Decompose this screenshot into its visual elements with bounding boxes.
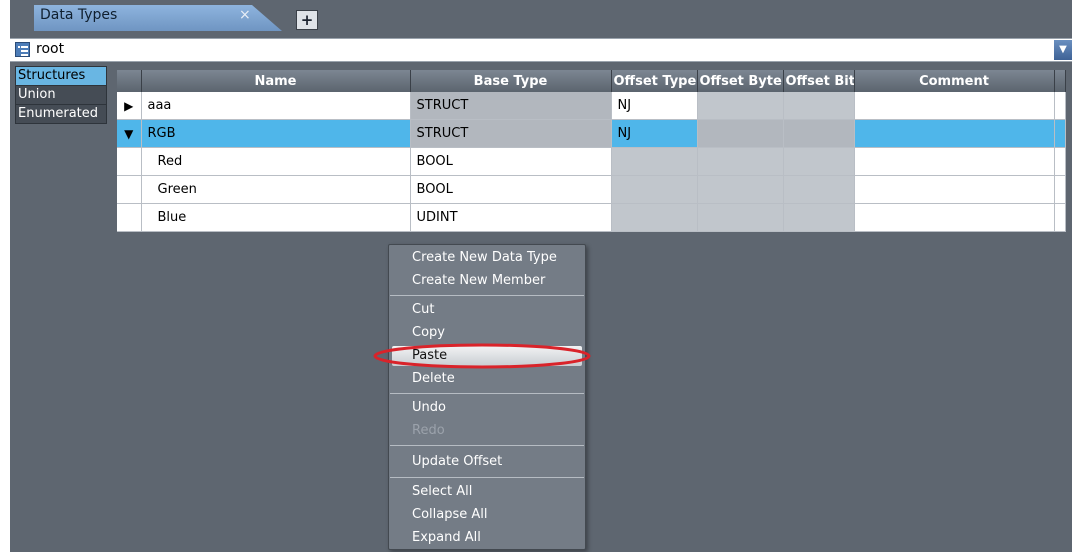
header-offset-bit[interactable]: Offset Bit [783,70,855,92]
context-menu: Create New Data Type Create New Member C… [388,244,586,550]
cell-comment[interactable] [854,175,1055,204]
cell-end [1054,119,1066,148]
tab-strip: Data Types × + [10,0,1072,31]
menu-item-collapse-all[interactable]: Collapse All [412,507,488,522]
table-row[interactable]: Red BOOL [117,147,1066,176]
header-end [1054,70,1066,92]
header-comment[interactable]: Comment [854,70,1055,92]
row-expander [117,175,142,204]
cell-comment[interactable] [854,119,1055,148]
menu-item-cut[interactable]: Cut [412,302,434,317]
menu-separator [390,445,584,446]
cell-end [1054,147,1066,176]
data-types-editor: Data Types × + root ▼ Structures Union E… [10,0,1072,552]
cell-offset-byte[interactable] [697,92,784,120]
cell-name[interactable]: Red [141,147,411,176]
data-type-grid: Name Base Type Offset Type Offset Byte O… [117,70,1072,552]
cell-end [1054,175,1066,204]
category-union[interactable]: Union [15,85,107,105]
cell-offset-bit[interactable] [783,175,855,204]
cell-comment[interactable] [854,203,1055,232]
cell-offset-byte[interactable] [697,119,784,148]
menu-item-create-new-member[interactable]: Create New Member [412,273,545,288]
header-expander [117,70,142,92]
path-text: root [36,41,65,57]
collapse-icon[interactable]: ▼ [117,119,142,148]
cell-offset-type[interactable] [611,175,698,204]
menu-separator [390,393,584,394]
cell-end [1054,203,1066,232]
cell-comment[interactable] [854,147,1055,176]
menu-item-update-offset[interactable]: Update Offset [412,454,502,469]
cell-offset-bit[interactable] [783,147,855,176]
header-name[interactable]: Name [141,70,411,92]
cell-offset-bit[interactable] [783,203,855,232]
cell-offset-type[interactable]: NJ [611,92,698,120]
cell-offset-type[interactable]: NJ [611,119,698,148]
category-enumerated[interactable]: Enumerated [15,104,107,124]
menu-item-undo[interactable]: Undo [412,400,446,415]
table-row[interactable]: ▼ RGB STRUCT NJ [117,119,1066,148]
table-row[interactable]: ▶ aaa STRUCT NJ [117,92,1066,120]
menu-item-paste[interactable]: Paste [412,348,447,363]
category-structures[interactable]: Structures [15,66,107,86]
chevron-down-icon[interactable]: ▼ [1054,40,1072,60]
header-row: Name Base Type Offset Type Offset Byte O… [117,70,1066,92]
menu-separator [390,477,584,478]
cell-offset-byte[interactable] [697,175,784,204]
table-row[interactable]: Blue UDINT [117,203,1066,232]
cell-name[interactable]: Green [141,175,411,204]
tree-icon [15,42,30,57]
category-list: Structures Union Enumerated [10,66,114,552]
cell-end [1054,92,1066,120]
menu-separator [390,295,584,296]
cell-name[interactable]: Blue [141,203,411,232]
cell-name[interactable]: aaa [141,92,411,120]
cell-base-type[interactable]: BOOL [410,147,612,176]
row-expander [117,203,142,232]
header-offset-byte[interactable]: Offset Byte [697,70,784,92]
table-row[interactable]: Green BOOL [117,175,1066,204]
menu-item-expand-all[interactable]: Expand All [412,530,481,545]
row-expander [117,147,142,176]
menu-item-copy[interactable]: Copy [412,325,445,340]
path-selector[interactable]: root ▼ [10,38,1072,62]
cell-base-type[interactable]: STRUCT [410,92,612,120]
menu-item-delete[interactable]: Delete [412,371,455,386]
cell-offset-bit[interactable] [783,119,855,148]
tab-title: Data Types [40,7,118,23]
cell-offset-byte[interactable] [697,203,784,232]
cell-name[interactable]: RGB [141,119,411,148]
cell-offset-bit[interactable] [783,92,855,120]
menu-item-select-all[interactable]: Select All [412,484,472,499]
cell-base-type[interactable]: UDINT [410,203,612,232]
menu-item-create-new-data-type[interactable]: Create New Data Type [412,250,557,265]
cell-offset-byte[interactable] [697,147,784,176]
cell-base-type[interactable]: BOOL [410,175,612,204]
menu-item-redo: Redo [412,423,445,438]
header-base-type[interactable]: Base Type [410,70,612,92]
cell-offset-type[interactable] [611,203,698,232]
add-tab-button[interactable]: + [296,10,318,30]
expand-icon[interactable]: ▶ [117,92,142,120]
header-offset-type[interactable]: Offset Type [611,70,698,92]
close-icon[interactable]: × [239,7,251,23]
tab-data-types[interactable]: Data Types × [34,5,282,31]
cell-base-type[interactable]: STRUCT [410,119,612,148]
cell-comment[interactable] [854,92,1055,120]
cell-offset-type[interactable] [611,147,698,176]
